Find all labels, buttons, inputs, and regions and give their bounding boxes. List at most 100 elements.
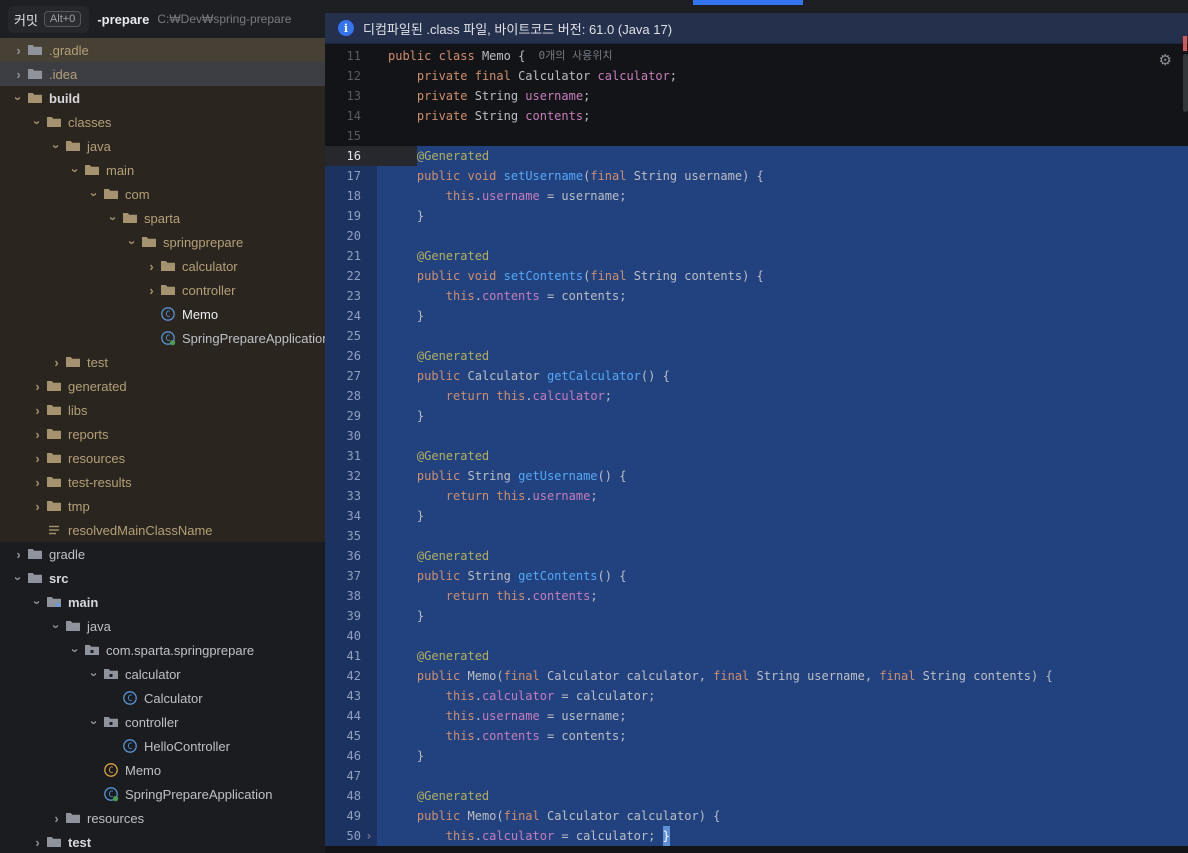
code-line-46[interactable]: 46 }: [325, 746, 1188, 766]
code-line-35[interactable]: 35: [325, 526, 1188, 546]
tree-item-memo[interactable]: C Memo: [0, 302, 325, 326]
tree-item-calculator[interactable]: › calculator: [0, 662, 325, 686]
code-line-13[interactable]: 13 private String username;: [325, 86, 1188, 106]
code-line-20[interactable]: 20: [325, 226, 1188, 246]
code-line-44[interactable]: 44 this. username = username;: [325, 706, 1188, 726]
chevron-down-icon[interactable]: ›: [49, 618, 64, 635]
tree-item-sparta[interactable]: › sparta: [0, 206, 325, 230]
chevron-right-icon[interactable]: ›: [29, 475, 46, 490]
tree-item-libs[interactable]: › libs: [0, 398, 325, 422]
code-line-32[interactable]: 32 public String getUsername() {: [325, 466, 1188, 486]
chevron-down-icon[interactable]: ›: [125, 234, 140, 251]
tree-item-build[interactable]: › build: [0, 86, 325, 110]
code-line-24[interactable]: 24 }: [325, 306, 1188, 326]
tree-item-generated[interactable]: › generated: [0, 374, 325, 398]
chevron-right-icon[interactable]: ›: [143, 259, 160, 274]
code-line-19[interactable]: 19 }: [325, 206, 1188, 226]
chevron-down-icon[interactable]: ›: [11, 90, 26, 107]
tree-item-java[interactable]: › java: [0, 614, 325, 638]
chevron-right-icon[interactable]: ›: [143, 283, 160, 298]
tree-item-gradle[interactable]: › gradle: [0, 542, 325, 566]
tree-item-resources[interactable]: › resources: [0, 446, 325, 470]
code-line-49[interactable]: 49 public Memo(final Calculator calculat…: [325, 806, 1188, 826]
chevron-right-icon[interactable]: ›: [29, 499, 46, 514]
project-name[interactable]: -prepare: [97, 12, 149, 27]
chevron-down-icon[interactable]: ›: [30, 594, 45, 611]
code-line-47[interactable]: 47: [325, 766, 1188, 786]
chevron-down-icon[interactable]: ›: [87, 186, 102, 203]
tree-item-controller[interactable]: › controller: [0, 278, 325, 302]
chevron-right-icon[interactable]: ›: [10, 547, 27, 562]
tree-item-test[interactable]: › test: [0, 830, 325, 853]
code-line-31[interactable]: 31 @Generated: [325, 446, 1188, 466]
tree-item--idea[interactable]: › .idea: [0, 62, 325, 86]
chevron-down-icon[interactable]: ›: [87, 666, 102, 683]
chevron-right-icon[interactable]: ›: [48, 355, 65, 370]
chevron-down-icon[interactable]: ›: [68, 162, 83, 179]
tree-item-com[interactable]: › com: [0, 182, 325, 206]
code-line-42[interactable]: 42 public Memo(final Calculator calculat…: [325, 666, 1188, 686]
tree-item-calculator[interactable]: › calculator: [0, 254, 325, 278]
commit-toolwindow-tab[interactable]: 커밋 Alt+0: [8, 5, 90, 33]
code-line-34[interactable]: 34 }: [325, 506, 1188, 526]
code-line-39[interactable]: 39 }: [325, 606, 1188, 626]
chevron-right-icon[interactable]: ›: [29, 403, 46, 418]
tree-item-memo[interactable]: C Memo: [0, 758, 325, 782]
tree-item-tmp[interactable]: › tmp: [0, 494, 325, 518]
tree-item-src[interactable]: › src: [0, 566, 325, 590]
code-line-28[interactable]: 28 return this. calculator;: [325, 386, 1188, 406]
tree-item-resolvedmainclassname[interactable]: resolvedMainClassName: [0, 518, 325, 542]
code-line-21[interactable]: 21 @Generated: [325, 246, 1188, 266]
code-area[interactable]: 11 public class Memo { 0개의 사용위치 12 private…: [325, 44, 1188, 853]
code-line-14[interactable]: 14 private String contents;: [325, 106, 1188, 126]
chevron-down-icon[interactable]: ›: [30, 114, 45, 131]
tree-item--gradle[interactable]: › .gradle: [0, 38, 325, 62]
chevron-down-icon[interactable]: ›: [106, 210, 121, 227]
code-line-23[interactable]: 23 this. contents = contents;: [325, 286, 1188, 306]
chevron-right-icon[interactable]: ›: [10, 43, 27, 58]
chevron-down-icon[interactable]: ›: [49, 138, 64, 155]
tree-item-resources[interactable]: › resources: [0, 806, 325, 830]
chevron-right-icon[interactable]: ›: [29, 835, 46, 850]
fold-icon[interactable]: ›: [361, 826, 377, 846]
code-line-15[interactable]: 15: [325, 126, 1188, 146]
tree-item-springprepareapplication[interactable]: C SpringPrepareApplication: [0, 782, 325, 806]
code-line-33[interactable]: 33 return this. username;: [325, 486, 1188, 506]
chevron-right-icon[interactable]: ›: [48, 811, 65, 826]
tree-item-test-results[interactable]: › test-results: [0, 470, 325, 494]
code-line-40[interactable]: 40: [325, 626, 1188, 646]
code-line-26[interactable]: 26 @Generated: [325, 346, 1188, 366]
chevron-down-icon[interactable]: ›: [11, 570, 26, 587]
code-line-45[interactable]: 45 this. contents = contents;: [325, 726, 1188, 746]
code-line-36[interactable]: 36 @Generated: [325, 546, 1188, 566]
gear-icon[interactable]: ⚙: [1153, 50, 1178, 70]
tree-item-springprepareapplication[interactable]: C SpringPrepareApplication: [0, 326, 325, 350]
code-line-48[interactable]: 48 @Generated: [325, 786, 1188, 806]
code-line-43[interactable]: 43 this. calculator = calculator;: [325, 686, 1188, 706]
tree-item-springprepare[interactable]: › springprepare: [0, 230, 325, 254]
tree-item-main[interactable]: › main: [0, 590, 325, 614]
code-line-22[interactable]: 22 public void setContents(final String …: [325, 266, 1188, 286]
tree-item-hellocontroller[interactable]: C HelloController: [0, 734, 325, 758]
code-line-38[interactable]: 38 return this. contents;: [325, 586, 1188, 606]
tree-item-main[interactable]: › main: [0, 158, 325, 182]
code-line-30[interactable]: 30: [325, 426, 1188, 446]
code-line-50[interactable]: 50 › this. calculator = calculator; }: [325, 826, 1188, 846]
code-line-18[interactable]: 18 this. username = username;: [325, 186, 1188, 206]
chevron-right-icon[interactable]: ›: [29, 379, 46, 394]
tree-item-calculator[interactable]: C Calculator: [0, 686, 325, 710]
code-line-25[interactable]: 25: [325, 326, 1188, 346]
chevron-right-icon[interactable]: ›: [29, 427, 46, 442]
tree-item-classes[interactable]: › classes: [0, 110, 325, 134]
code-line-37[interactable]: 37 public String getContents() {: [325, 566, 1188, 586]
code-line-41[interactable]: 41 @Generated: [325, 646, 1188, 666]
code-line-16[interactable]: 16 @Generated: [325, 146, 1188, 166]
chevron-down-icon[interactable]: ›: [87, 714, 102, 731]
tree-item-controller[interactable]: › controller: [0, 710, 325, 734]
chevron-down-icon[interactable]: ›: [68, 642, 83, 659]
tree-item-java[interactable]: › java: [0, 134, 325, 158]
chevron-right-icon[interactable]: ›: [29, 451, 46, 466]
code-line-27[interactable]: 27 public Calculator getCalculator() {: [325, 366, 1188, 386]
tree-item-com-sparta-springprepare[interactable]: › com.sparta.springprepare: [0, 638, 325, 662]
chevron-right-icon[interactable]: ›: [10, 67, 27, 82]
